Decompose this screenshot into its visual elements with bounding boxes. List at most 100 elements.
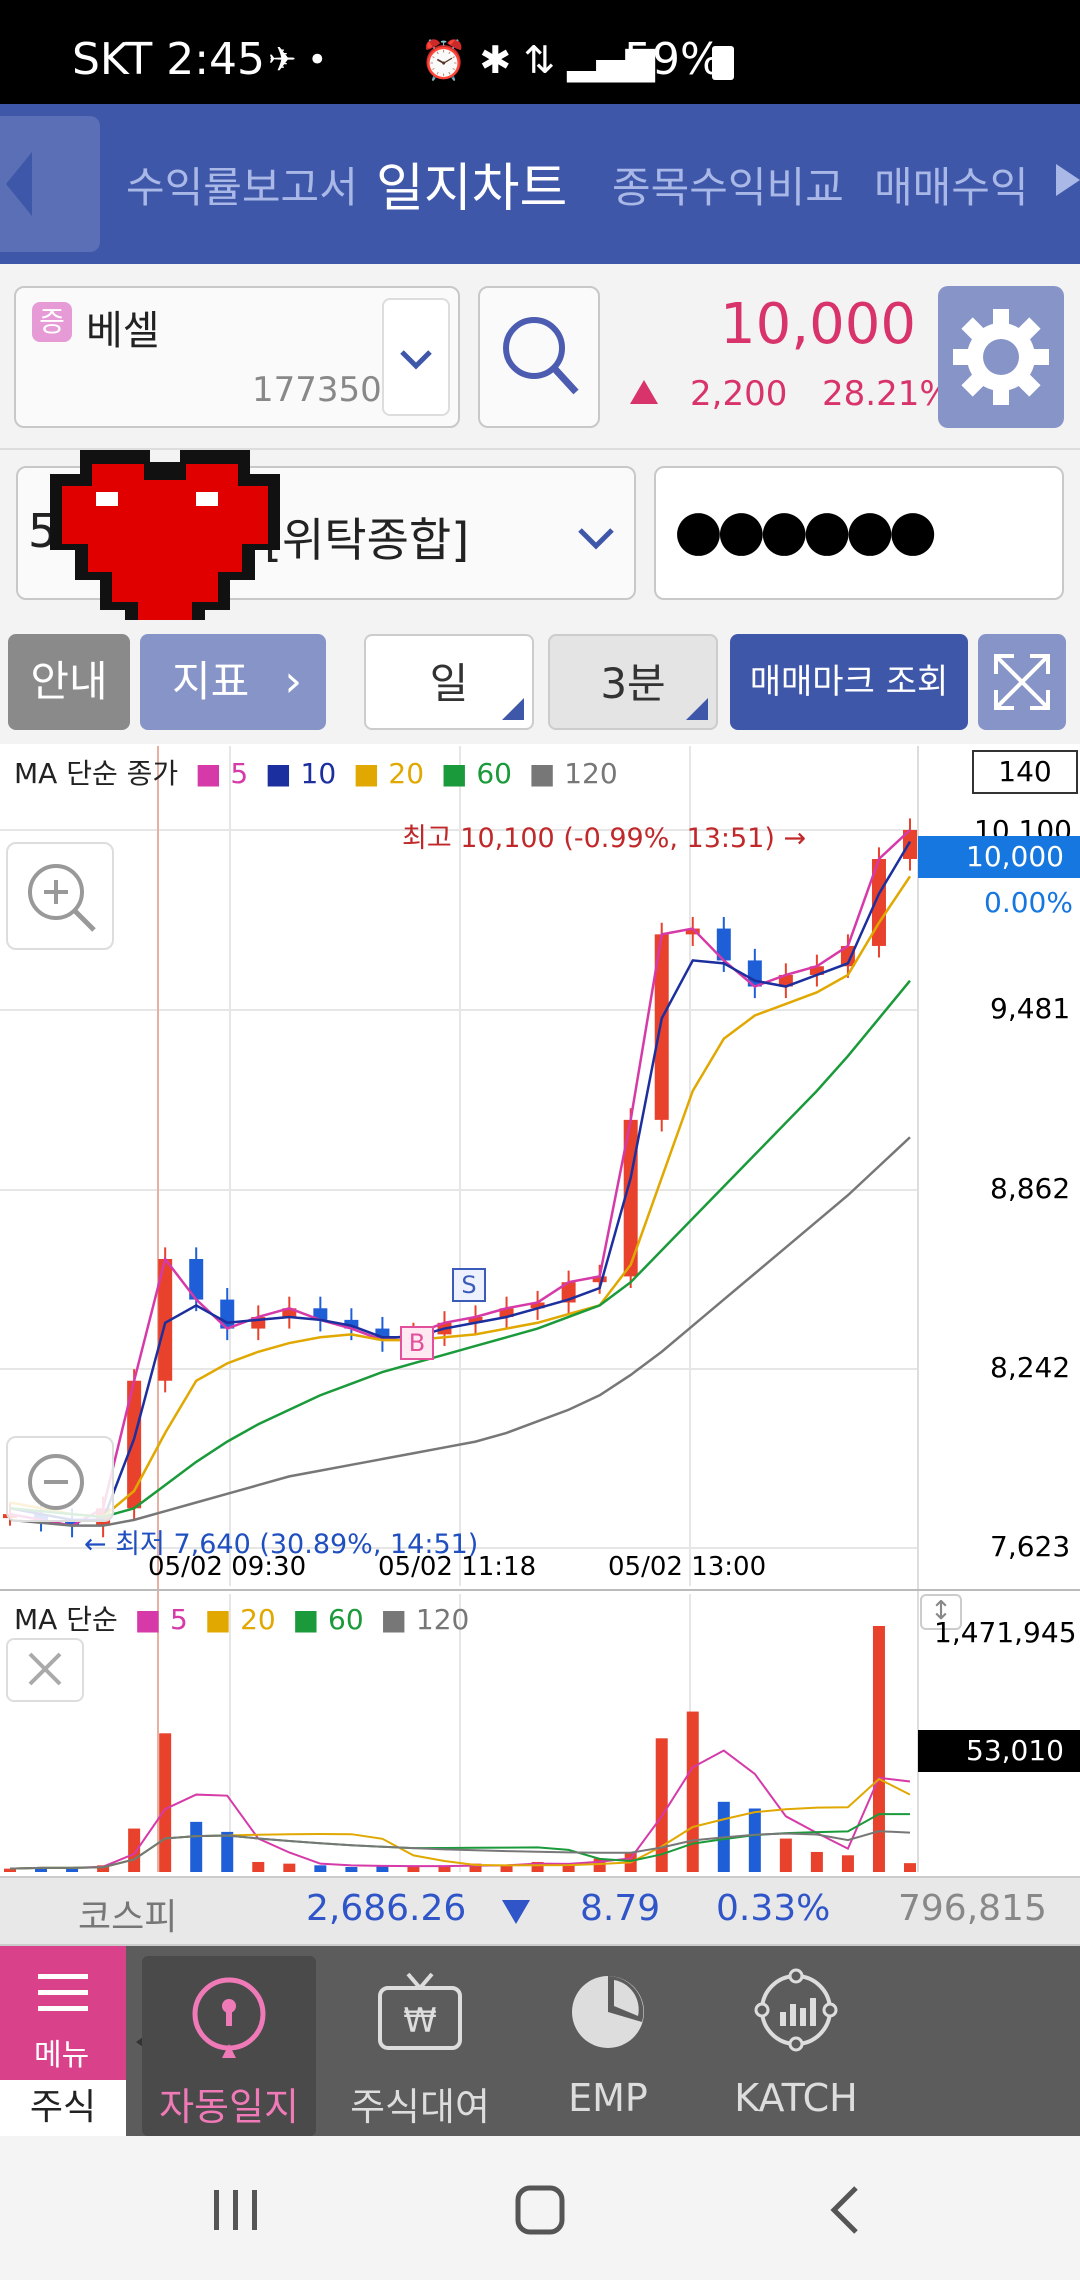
volume-legend: MA 단순 ■ 5 ■ 20 ■ 60 ■ 120: [14, 1598, 469, 1638]
keyhole-icon: [192, 1977, 266, 2058]
katch-chart-icon: [754, 1968, 838, 2052]
vol-legend-ma20: ■ 20: [204, 1603, 276, 1636]
home-icon[interactable]: [510, 2182, 570, 2238]
down-triangle-icon: [502, 1900, 530, 1924]
status-carrier-time: SKT 2:45: [72, 34, 266, 85]
volume-bar: [252, 1861, 265, 1872]
chevron-right-icon: ›: [284, 656, 302, 707]
tab-stock-return-compare[interactable]: 종목수익비교: [612, 154, 844, 215]
chart-area[interactable]: MA 단순 종가 ■ 5 ■ 10 ■ 20 ■ 60 ■ 120 140 10…: [0, 746, 1080, 1876]
tab-trade-profit[interactable]: 매매수익: [874, 154, 1029, 215]
volume-max-label: 1,471,945: [934, 1616, 1077, 1649]
low-annotation: ← 최저 7,640 (30.89%, 14:51): [84, 1529, 479, 1560]
top-count-box: 140: [972, 750, 1078, 794]
stock-selector[interactable]: 증 베셀 177350: [14, 286, 460, 428]
legend-ma5: ■ 5: [195, 757, 249, 790]
guide-button[interactable]: 안내: [8, 634, 130, 730]
alarm-bluetooth-lte-signal-icons: ⏰ ✱ ⇅ ▂▄▆: [420, 38, 655, 82]
y-tick-4: 8,242: [990, 1351, 1071, 1384]
status-bar: SKT 2:45 ✈ • ⏰ ✱ ⇅ ▂▄▆ 59%: [0, 0, 1080, 104]
expand-icon: [994, 654, 1050, 710]
vol-legend-ma60-label: 60: [328, 1603, 364, 1636]
password-field[interactable]: ●●●●●●: [654, 466, 1064, 600]
legend-ma20-label: 20: [388, 757, 425, 790]
current-price-pct: 0.00%: [984, 886, 1073, 919]
search-button[interactable]: [478, 286, 600, 428]
nav-label-auto-journal: 자동일지: [159, 2085, 299, 2129]
current-price-label: 10,000: [918, 836, 1080, 878]
volume-bar: [810, 1851, 823, 1872]
stock-tab[interactable]: 주식: [0, 2080, 126, 2136]
volume-bar: [345, 1866, 358, 1872]
account-row: 5 [위탁종합] ●●●●●●: [0, 450, 1080, 660]
notification-icon: ✈ •: [268, 40, 328, 80]
y-tick-3: 8,862: [990, 1172, 1071, 1205]
volume-bar: [283, 1863, 296, 1872]
chevron-right-icon[interactable]: [1056, 164, 1080, 196]
vol-legend-ma120-label: 120: [415, 1603, 470, 1636]
back-icon[interactable]: [816, 2182, 876, 2238]
settings-button[interactable]: [938, 286, 1064, 428]
volume-bar: [314, 1865, 327, 1872]
nav-item-emp[interactable]: EMP: [520, 1946, 696, 2136]
zoom-out-button[interactable]: [6, 1436, 114, 1522]
index-change-pct: 0.33%: [716, 1888, 831, 1929]
won-tv-icon: ₩: [378, 1972, 462, 2050]
nav-label-emp: EMP: [568, 2076, 648, 2120]
indicator-button[interactable]: 지표 ›: [140, 634, 326, 730]
indicator-label: 지표: [172, 657, 250, 706]
stock-code: 177350: [252, 370, 382, 410]
stock-row: 증 베셀 177350 10,000 2,200 28.21%: [0, 264, 1080, 448]
buy-mark: B: [400, 1326, 434, 1360]
chevron-down-icon: [578, 528, 614, 550]
volume-bar: [190, 1821, 203, 1872]
current-volume-label: 53,010: [918, 1730, 1080, 1772]
back-button[interactable]: [0, 116, 100, 252]
current-price: 10,000: [720, 292, 916, 357]
nav-item-stock-lending[interactable]: ₩ 주식대여: [330, 1946, 510, 2136]
close-volume-button[interactable]: [6, 1638, 84, 1702]
nav-item-katch[interactable]: KATCH: [706, 1946, 886, 2136]
nav-label-katch: KATCH: [734, 2076, 858, 2120]
volume-bar: [779, 1838, 792, 1872]
top-tab-bar: 수익률보고서 일지차트 종목수익비교 매매수익: [0, 104, 1080, 264]
chevron-down-icon: [400, 350, 432, 370]
zoom-out-icon: [28, 1454, 84, 1510]
tab-return-report[interactable]: 수익률보고서: [126, 154, 358, 215]
index-bar[interactable]: 코스피 2,686.26 8.79 0.33% 796,815: [0, 1876, 1080, 1946]
volume-bar: [159, 1733, 172, 1872]
index-volume: 796,815: [898, 1888, 1047, 1929]
search-icon: [503, 317, 579, 395]
volume-bar: [872, 1626, 885, 1872]
volume-bar: [438, 1866, 451, 1872]
vol-legend-ma5: ■ 5: [134, 1603, 188, 1636]
bottom-navigation: 메뉴 주식 자동일지 ₩ 주식대여 EMP KATCH: [0, 1946, 1080, 2136]
stock-name: 베셀: [86, 308, 160, 354]
system-navigation: [0, 2136, 1080, 2280]
interval-selector[interactable]: 3분: [548, 634, 718, 730]
legend-ma120-label: 120: [564, 757, 618, 790]
fullscreen-button[interactable]: [978, 634, 1066, 730]
trade-mark-button[interactable]: 매매마크 조회: [730, 634, 968, 730]
tab-journal-chart[interactable]: 일지차트: [376, 146, 567, 221]
password-value: ●●●●●●: [674, 498, 937, 563]
volume-bar: [904, 1863, 916, 1872]
y-tick-2: 9,481: [990, 992, 1071, 1025]
period-selector[interactable]: 일: [364, 634, 534, 730]
recent-apps-icon[interactable]: [206, 2182, 266, 2238]
dropdown-corner-icon: [686, 698, 708, 720]
menu-label: 메뉴: [34, 2038, 90, 2073]
legend-ma10: ■ 10: [265, 757, 337, 790]
zoom-in-icon: [28, 864, 96, 932]
svg-text:₩: ₩: [403, 2001, 437, 2041]
zoom-in-button[interactable]: [6, 842, 114, 950]
account-type: [위탁종합]: [264, 513, 470, 567]
nav-item-auto-journal[interactable]: 자동일지: [142, 1956, 316, 2136]
chart-canvas[interactable]: [0, 746, 1080, 1876]
legend-ma20: ■ 20: [353, 757, 425, 790]
stock-dropdown-button[interactable]: [382, 298, 450, 416]
sell-mark: S: [452, 1268, 486, 1302]
hamburger-line: [38, 1974, 88, 1979]
index-change: 8.79: [580, 1888, 661, 1929]
menu-button[interactable]: 메뉴: [0, 1946, 126, 2080]
